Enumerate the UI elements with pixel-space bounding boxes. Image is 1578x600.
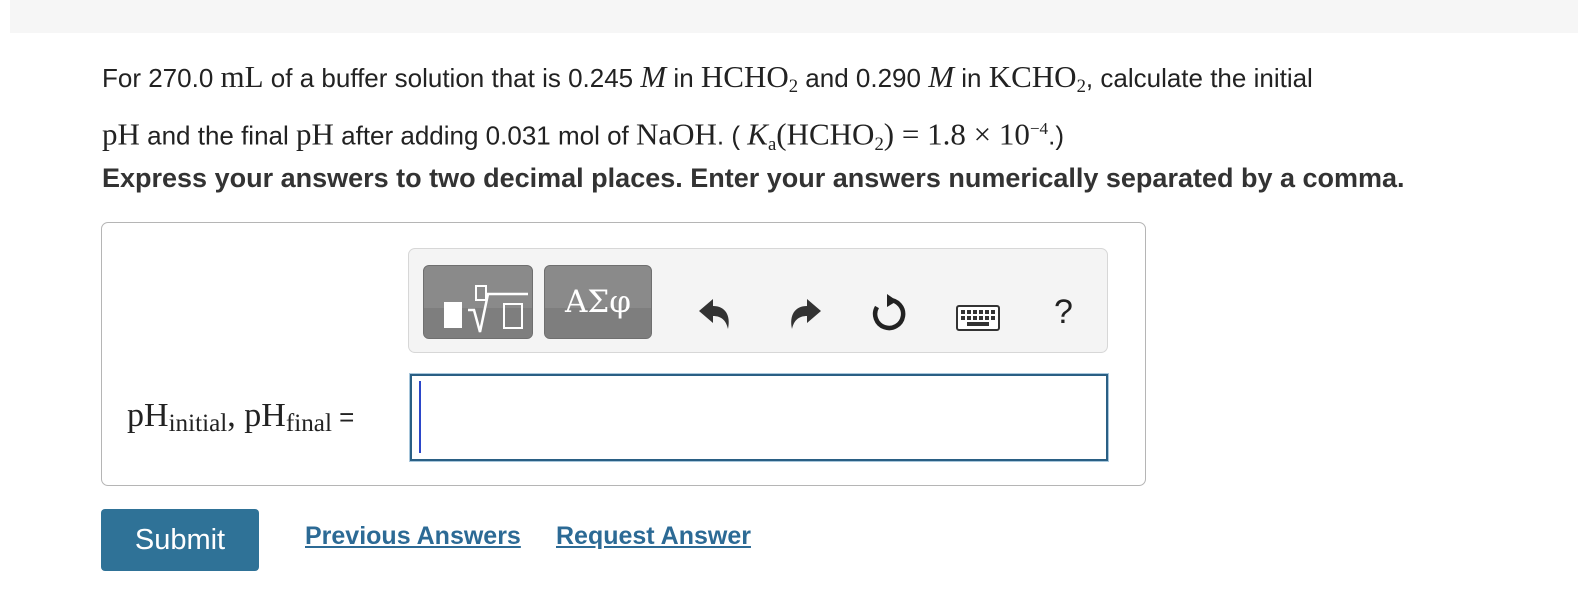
math-toolbar: ΑΣφ ? [408, 248, 1108, 353]
previous-answers-link[interactable]: Previous Answers [305, 522, 521, 551]
keyboard-icon[interactable] [956, 303, 1000, 333]
greek-label: ΑΣφ [564, 284, 631, 320]
question-text: For 270.0 mL of a buffer solution that i… [102, 59, 1313, 156]
reset-icon[interactable] [868, 293, 910, 335]
answer-label: pHinitial, pHfinal = [127, 397, 355, 438]
top-bar [10, 0, 1578, 33]
instruction-text: Express your answers to two decimal plac… [102, 163, 1405, 193]
request-answer-link[interactable]: Request Answer [556, 522, 751, 551]
redo-icon[interactable] [785, 293, 825, 335]
templates-radical-icon [444, 285, 528, 333]
templates-button[interactable] [423, 265, 533, 339]
undo-icon[interactable] [695, 293, 735, 335]
help-button[interactable]: ? [1054, 293, 1073, 332]
submit-button[interactable]: Submit [101, 509, 259, 571]
answer-input[interactable] [410, 374, 1108, 461]
greek-symbols-button[interactable]: ΑΣφ [544, 265, 652, 339]
text-caret [419, 381, 421, 453]
